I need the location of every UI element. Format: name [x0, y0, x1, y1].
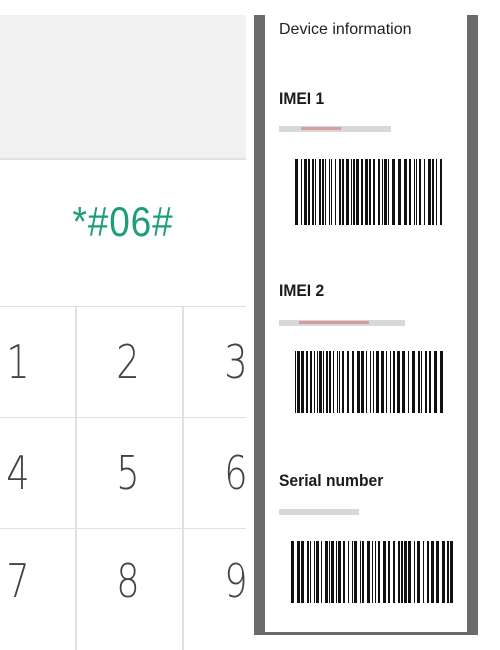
device-info-title: Device information: [279, 21, 412, 38]
keypad-row: 7 8 9: [0, 528, 248, 633]
serial-barcode: [291, 541, 453, 603]
key-5[interactable]: 5: [96, 418, 160, 528]
keypad-divider: [182, 306, 184, 650]
frame-border-left: [254, 15, 265, 635]
separator: [246, 0, 254, 650]
imei2-barcode: [295, 351, 443, 413]
device-info-panel: Device information IMEI 1 IMEI 2 Serial …: [265, 15, 467, 632]
serial-redacted-value: [279, 509, 359, 515]
key-4[interactable]: 4: [0, 418, 50, 528]
frame-border-right: [467, 15, 478, 635]
dialed-code: *#06#: [72, 198, 174, 245]
keypad: 1 2 3 4 5 6 7 8 9: [0, 306, 248, 633]
imei1-redacted-value: [279, 126, 391, 132]
imei1-barcode: [295, 159, 442, 225]
imei1-label: IMEI 1: [279, 89, 325, 108]
imei2-redacted-value: [279, 320, 405, 326]
key-7[interactable]: 7: [0, 529, 50, 633]
key-1[interactable]: 1: [0, 307, 50, 417]
key-2[interactable]: 2: [96, 307, 160, 417]
keypad-row: 1 2 3: [0, 306, 248, 417]
frame-border-bottom: [254, 632, 478, 635]
keypad-row: 4 5 6: [0, 417, 248, 528]
imei2-label: IMEI 2: [279, 281, 325, 300]
serial-number-label: Serial number: [279, 471, 384, 490]
dialer-panel: *#06# 1 2 3 4 5 6 7 8 9: [0, 0, 248, 650]
keypad-divider: [75, 306, 77, 650]
key-8[interactable]: 8: [96, 529, 160, 633]
dial-display: [0, 15, 246, 160]
